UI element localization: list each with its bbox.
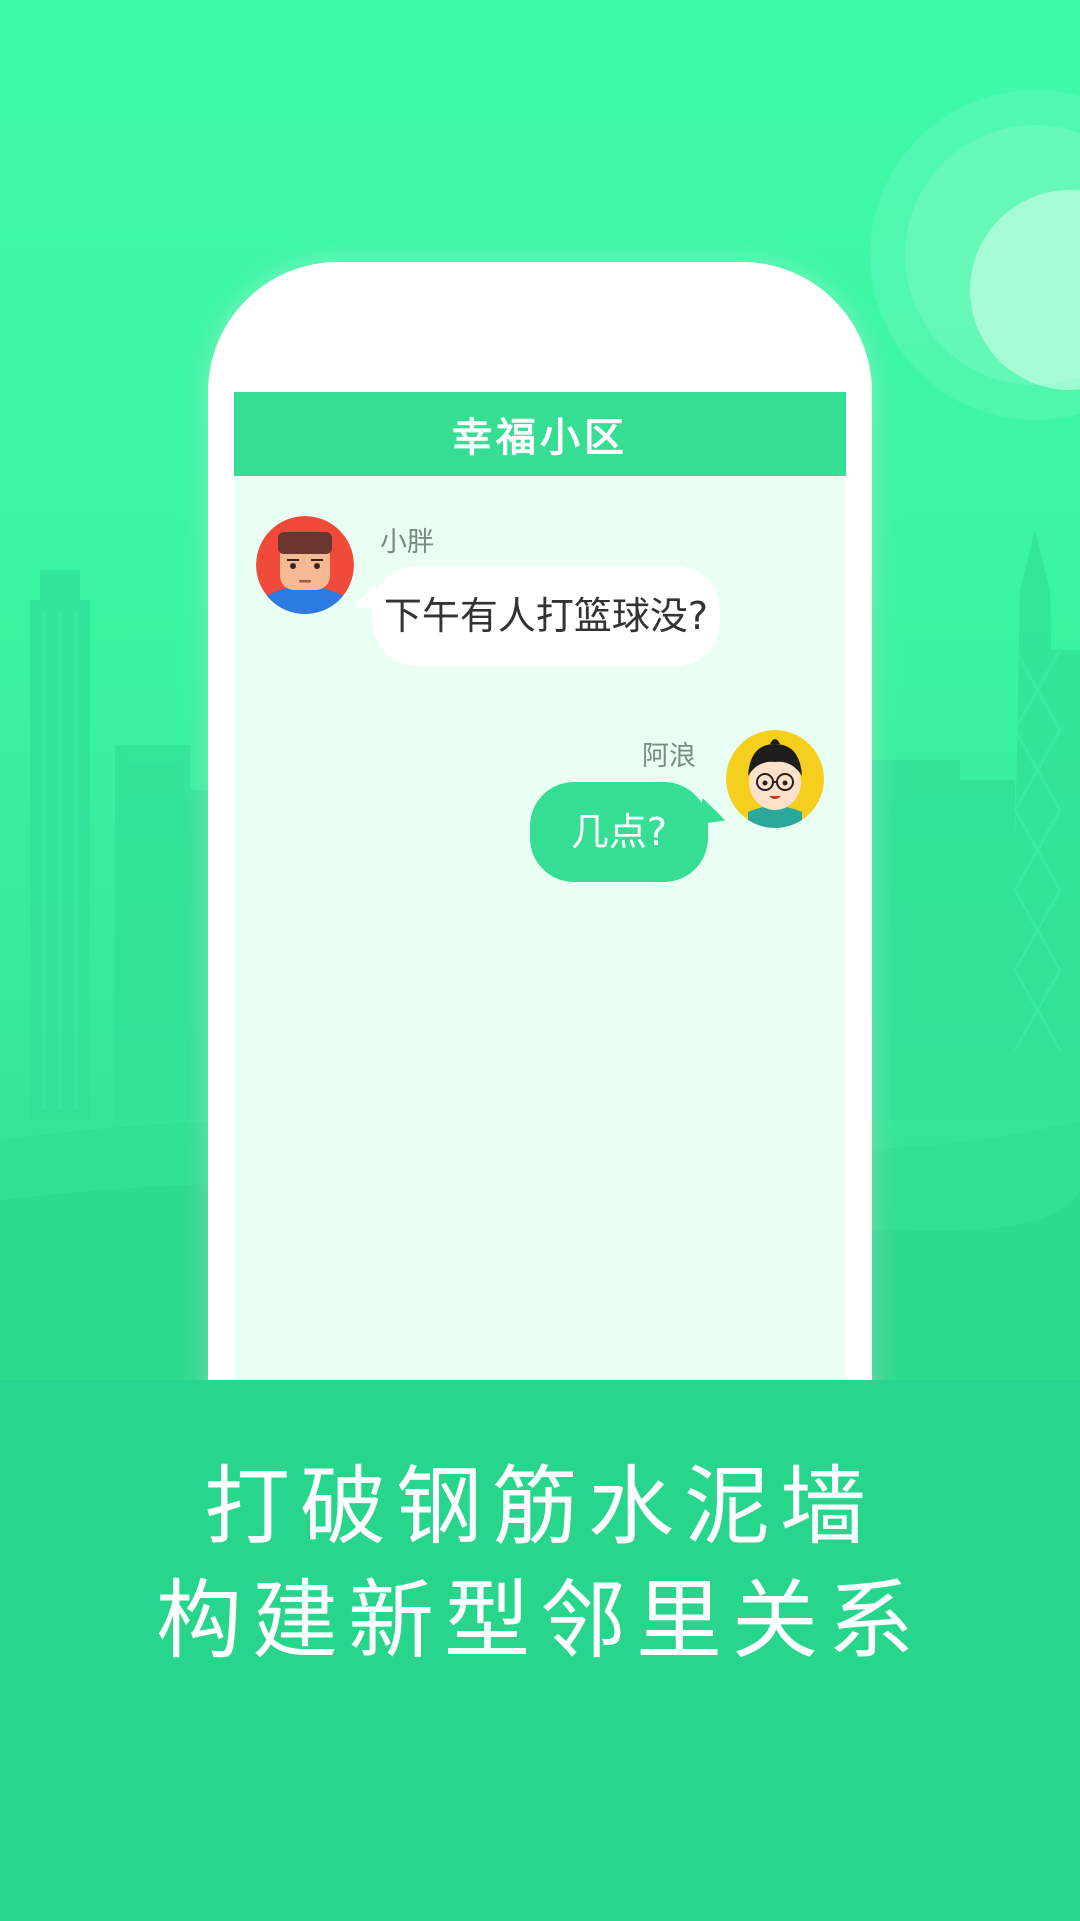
boy-red-avatar-icon	[256, 516, 354, 614]
message-bubble[interactable]: 下午有人打篮球没?	[372, 566, 720, 666]
sender-avatar[interactable]	[256, 516, 354, 614]
sun-decoration	[870, 90, 1080, 420]
message-bubble[interactable]: 几点?	[530, 782, 708, 882]
chat-header: 幸福小区	[234, 392, 846, 476]
phone-mockup: 幸福小区 小胖 下午有人打篮球没? 阿浪 几点?	[208, 262, 872, 1422]
chat-title: 幸福小区	[452, 415, 628, 461]
chat-screen: 幸福小区 小胖 下午有人打篮球没? 阿浪 几点?	[234, 392, 846, 1422]
sender-name: 阿浪	[642, 741, 696, 772]
sender-name: 小胖	[380, 527, 434, 558]
user-avatar[interactable]	[726, 730, 824, 828]
promo-page: 幸福小区 小胖 下午有人打篮球没? 阿浪 几点? 打破钢筋水泥墙 构建新型邻里关…	[0, 0, 1080, 1921]
slogan-line-2: 构建新型邻里关系	[156, 1571, 924, 1671]
slogan-line-1: 打破钢筋水泥墙	[204, 1457, 876, 1557]
boy-glasses-avatar-icon	[726, 730, 824, 828]
slogan-band: 打破钢筋水泥墙 构建新型邻里关系	[0, 1380, 1080, 1921]
